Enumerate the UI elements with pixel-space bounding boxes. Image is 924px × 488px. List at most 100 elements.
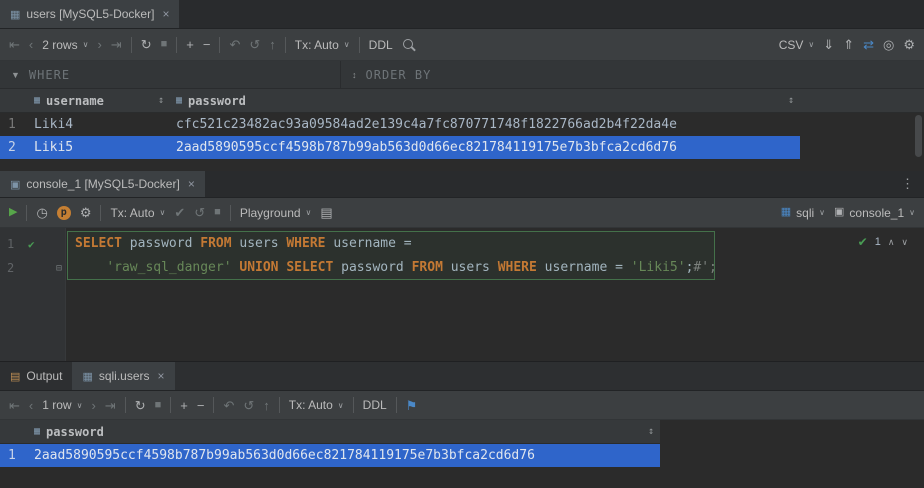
tab-label: users [MySQL5-Docker] — [26, 7, 154, 21]
add-row-button[interactable]: + — [186, 38, 194, 51]
stop-button[interactable]: ■ — [214, 207, 221, 218]
reload-button[interactable]: ↻ — [135, 399, 146, 412]
close-icon[interactable]: × — [162, 7, 169, 21]
close-icon[interactable]: × — [158, 369, 165, 383]
rollback-button[interactable]: ↺ — [194, 206, 205, 219]
session-dropdown[interactable]: ▣ console_1 ∨ — [834, 206, 915, 220]
reload-button[interactable]: ↻ — [141, 38, 152, 51]
sort-icon[interactable]: ↕ — [648, 426, 654, 437]
close-icon[interactable]: × — [188, 177, 195, 191]
stop-button[interactable]: ■ — [155, 400, 162, 411]
tab-label: console_1 [MySQL5-Docker] — [26, 177, 179, 191]
revert-button[interactable]: ↺ — [249, 38, 260, 51]
editor-gutter: 1 ✔ 2 ⊟ — [0, 228, 66, 361]
first-row-button[interactable]: ⇤ — [9, 399, 20, 412]
toolbar-separator — [219, 37, 220, 53]
password-cell[interactable]: 2aad5890595ccf4598b787b99ab563d0d66ec821… — [170, 136, 800, 159]
view-options-eye-icon[interactable]: ◎ — [883, 38, 894, 51]
playground-dropdown[interactable]: Playground ∨ — [240, 206, 312, 220]
next-page-button[interactable]: › — [97, 38, 101, 51]
previous-page-button[interactable]: ‹ — [29, 399, 33, 412]
username-cell[interactable]: Liki5 — [28, 136, 170, 159]
last-row-button[interactable]: ⇥ — [105, 399, 116, 412]
stop-button[interactable]: ■ — [161, 39, 168, 50]
tab-sqli-users-result[interactable]: ▦ sqli.users × — [72, 362, 174, 390]
where-filter-input[interactable]: WHERE — [29, 68, 70, 82]
table-row-selected[interactable]: 2 Liki5 2aad5890595ccf4598b787b99ab563d0… — [0, 136, 800, 159]
csv-format-dropdown[interactable]: CSV ∨ — [779, 38, 815, 52]
tx-mode-dropdown[interactable]: Tx: Auto ∨ — [110, 206, 165, 220]
settings-gear-icon[interactable]: ⚙ — [903, 38, 915, 51]
more-options-kebab-icon[interactable]: ⋮ — [891, 176, 924, 192]
playground-label: Playground — [240, 206, 301, 220]
add-row-button[interactable]: + — [180, 399, 188, 412]
tx-mode-dropdown[interactable]: Tx: Auto ∨ — [289, 398, 344, 412]
page-size-dropdown[interactable]: 1 row ∨ — [42, 398, 82, 412]
previous-page-button[interactable]: ‹ — [29, 38, 33, 51]
submit-button[interactable]: ↑ — [269, 38, 276, 51]
password-cell[interactable]: 2aad5890595ccf4598b787b99ab563d0d66ec821… — [28, 444, 660, 467]
code-line[interactable]: SELECT password FROM users WHERE usernam… — [66, 232, 924, 256]
page-size-dropdown[interactable]: 2 rows ∨ — [42, 38, 88, 52]
result-column-headers: ▦ password ↕ — [0, 420, 660, 444]
result-toolbar: ⇤ ‹ 1 row ∨ › ⇥ ↻ ■ + − ↶ ↺ ↑ Tx: Auto ∨… — [0, 391, 924, 420]
wrench-settings-icon[interactable]: ⚙ — [80, 206, 92, 219]
fold-icon[interactable]: ⊟ — [56, 263, 62, 274]
schema-icon: ▦ — [781, 207, 791, 218]
run-button[interactable]: ▶ — [9, 207, 17, 218]
toolbar-separator — [396, 397, 397, 413]
export-data-icon[interactable]: ⇓ — [823, 38, 834, 51]
commit-button[interactable]: ✔ — [174, 206, 185, 219]
undo-button[interactable]: ↶ — [223, 399, 234, 412]
submit-button[interactable]: ↑ — [263, 399, 270, 412]
row-number-header — [0, 420, 28, 443]
result-panel: ▤ Output ▦ sqli.users × ⇤ ‹ 1 row ∨ › ⇥ … — [0, 361, 924, 488]
schema-dropdown[interactable]: ▦ sqli ∨ — [781, 206, 825, 220]
next-page-button[interactable]: › — [91, 399, 95, 412]
username-cell[interactable]: Liki4 — [28, 113, 170, 136]
delete-row-button[interactable]: − — [203, 38, 211, 51]
sort-icon[interactable]: ↕ — [158, 95, 164, 106]
vertical-scrollbar[interactable] — [915, 115, 922, 157]
chevron-down-icon: ∨ — [338, 401, 344, 410]
tab-users-table[interactable]: ▦ users [MySQL5-Docker] × — [0, 0, 179, 28]
table-row[interactable]: 1 Liki4 cfc521c23482ac93a09584ad2e139c4a… — [0, 113, 800, 136]
ddl-button[interactable]: DDL — [369, 38, 393, 52]
next-problem-chevron-icon[interactable]: ∨ — [901, 237, 908, 248]
output-layout-icon[interactable]: ▤ — [320, 206, 332, 219]
sql-editor[interactable]: 1 ✔ 2 ⊟ SELECT password FROM users WHERE… — [0, 228, 924, 361]
search-icon[interactable] — [402, 38, 416, 52]
delete-row-button[interactable]: − — [197, 399, 205, 412]
where-filter[interactable]: ▼ WHERE — [0, 61, 340, 88]
editor-code-area[interactable]: SELECT password FROM users WHERE usernam… — [66, 228, 924, 361]
pin-tab-icon[interactable]: ⚑ — [406, 399, 418, 412]
code-line[interactable]: 'raw_sql_danger' UNION SELECT password F… — [66, 256, 924, 280]
column-name: password — [46, 425, 104, 439]
grid-toolbar: ⇤ ‹ 2 rows ∨ › ⇥ ↻ ■ + − ↶ ↺ ↑ Tx: Auto … — [0, 29, 924, 61]
console-panel: ▣ console_1 [MySQL5-Docker] × ⋮ ▶ ◷ p ⚙ … — [0, 171, 924, 361]
last-row-button[interactable]: ⇥ — [111, 38, 122, 51]
column-header-password[interactable]: ▦ password ↕ — [170, 89, 800, 112]
tab-console-1[interactable]: ▣ console_1 [MySQL5-Docker] × — [0, 171, 205, 197]
previous-problem-chevron-icon[interactable]: ∧ — [888, 237, 895, 248]
run-success-marker-icon[interactable]: ✔ — [28, 238, 35, 251]
first-row-button[interactable]: ⇤ — [9, 38, 20, 51]
table-row-selected[interactable]: 1 2aad5890595ccf4598b787b99ab563d0d66ec8… — [0, 444, 660, 467]
order-by-filter[interactable]: ↕ ORDER BY — [341, 61, 442, 88]
chevron-down-icon: ∨ — [344, 40, 350, 49]
column-header-username[interactable]: ▦ username ↕ — [28, 89, 170, 112]
tab-output[interactable]: ▤ Output — [0, 362, 72, 390]
column-header-password[interactable]: ▦ password ↕ — [28, 420, 660, 443]
password-cell[interactable]: cfc521c23482ac93a09584ad2e139c4a7fc87077… — [170, 113, 800, 136]
sort-icon[interactable]: ↕ — [788, 95, 794, 106]
import-data-icon[interactable]: ⇑ — [843, 38, 854, 51]
revert-button[interactable]: ↺ — [243, 399, 254, 412]
undo-button[interactable]: ↶ — [229, 38, 240, 51]
history-clock-icon[interactable]: ◷ — [36, 206, 47, 219]
console-icon: ▣ — [10, 178, 20, 191]
parameters-icon[interactable]: p — [57, 206, 71, 220]
sync-icon[interactable]: ⇄ — [863, 38, 874, 51]
ddl-button[interactable]: DDL — [363, 398, 387, 412]
order-by-input[interactable]: ORDER BY — [366, 68, 432, 82]
tx-mode-dropdown[interactable]: Tx: Auto ∨ — [295, 38, 350, 52]
